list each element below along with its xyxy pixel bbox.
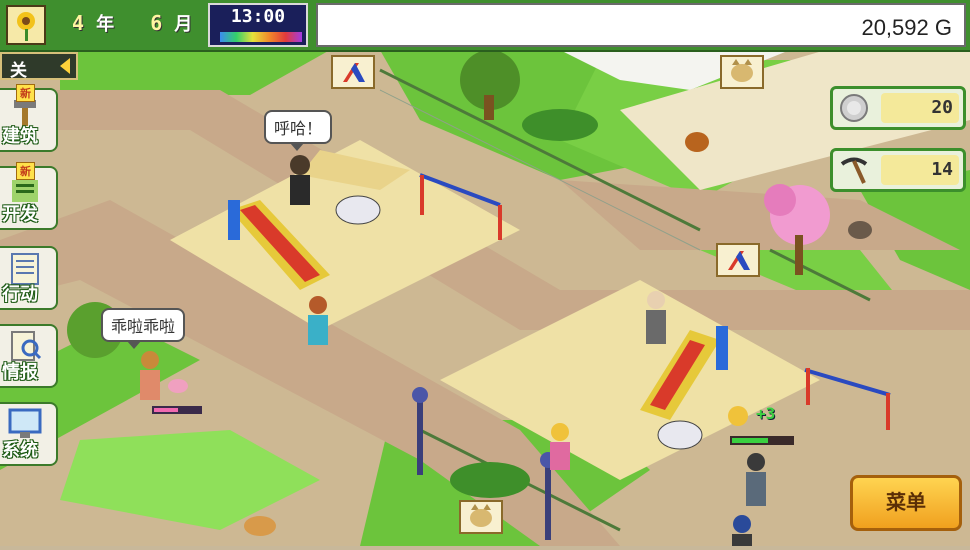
medal-count: 20 xyxy=(881,93,959,123)
sidebar-item-label: 情报 xyxy=(2,362,38,383)
calendar-date: 4 年 6 月 xyxy=(72,10,192,36)
park-scene xyxy=(0,0,970,546)
signboard-cat-2[interactable] xyxy=(459,500,503,534)
money-display: 20,592 G xyxy=(316,3,966,47)
month-value: 6 xyxy=(150,11,163,35)
flag-icon xyxy=(728,251,750,270)
game-map[interactable] xyxy=(0,0,970,546)
pickaxe-count: 14 xyxy=(881,155,959,185)
close-label: 关 xyxy=(10,61,27,81)
year-unit: 年 xyxy=(96,14,115,35)
sidebar-item-info[interactable]: 情报 xyxy=(0,324,58,388)
medal-counter[interactable]: 20 xyxy=(830,86,966,130)
money-value: 20,592 xyxy=(861,15,929,40)
sidebar-item-system[interactable]: 系统 xyxy=(0,402,58,466)
day-progress-bar xyxy=(220,32,302,42)
new-badge: 新 xyxy=(16,162,35,180)
signboard-b[interactable] xyxy=(716,243,760,277)
pickaxe-counter[interactable]: 14 xyxy=(830,148,966,192)
speech-bubble: 乖啦乖啦 xyxy=(101,308,186,349)
signboard-a[interactable] xyxy=(331,55,375,89)
flag-icon xyxy=(343,63,365,82)
cat-face-icon xyxy=(731,59,753,82)
sidebar-item-label: 建筑 xyxy=(2,126,38,147)
cat-face-icon xyxy=(470,504,492,527)
sidebar-item-develop[interactable]: 新 开发 xyxy=(0,162,58,230)
money-unit: G xyxy=(934,15,952,40)
signboard-cat[interactable] xyxy=(720,55,764,89)
pickaxe-icon xyxy=(840,157,868,184)
speech-text: 乖啦乖啦 xyxy=(111,317,176,336)
menu-button[interactable]: 菜单 xyxy=(850,475,962,531)
sidebar-item-build[interactable]: 新 建筑 xyxy=(0,84,58,152)
sidebar-item-label: 系统 xyxy=(2,440,38,461)
year-value: 4 xyxy=(72,11,85,35)
sidebar-item-action[interactable]: 行动 xyxy=(0,246,58,310)
month-unit: 月 xyxy=(174,14,193,35)
clock-time: 13:00 xyxy=(230,6,286,27)
menu-label: 菜单 xyxy=(886,490,926,514)
new-badge: 新 xyxy=(16,84,35,102)
money-amount: 20,592 G xyxy=(861,15,952,41)
speech-text: 呼哈！ xyxy=(274,119,323,138)
speech-bubble: 呼哈！ xyxy=(264,110,333,151)
medal-icon xyxy=(840,94,868,122)
sidebar-close-toggle[interactable]: 关 xyxy=(0,52,78,81)
game-clock: 13:00 xyxy=(208,3,308,47)
arrow-left-icon xyxy=(60,58,70,74)
sidebar-item-label: 行动 xyxy=(2,284,38,305)
sunflower-icon[interactable] xyxy=(6,5,46,45)
plus-effect: +3 xyxy=(756,404,776,423)
sidebar-item-label: 开发 xyxy=(2,204,38,225)
top-hud: 4 年 6 月 13:00 20,592 G xyxy=(0,0,970,52)
